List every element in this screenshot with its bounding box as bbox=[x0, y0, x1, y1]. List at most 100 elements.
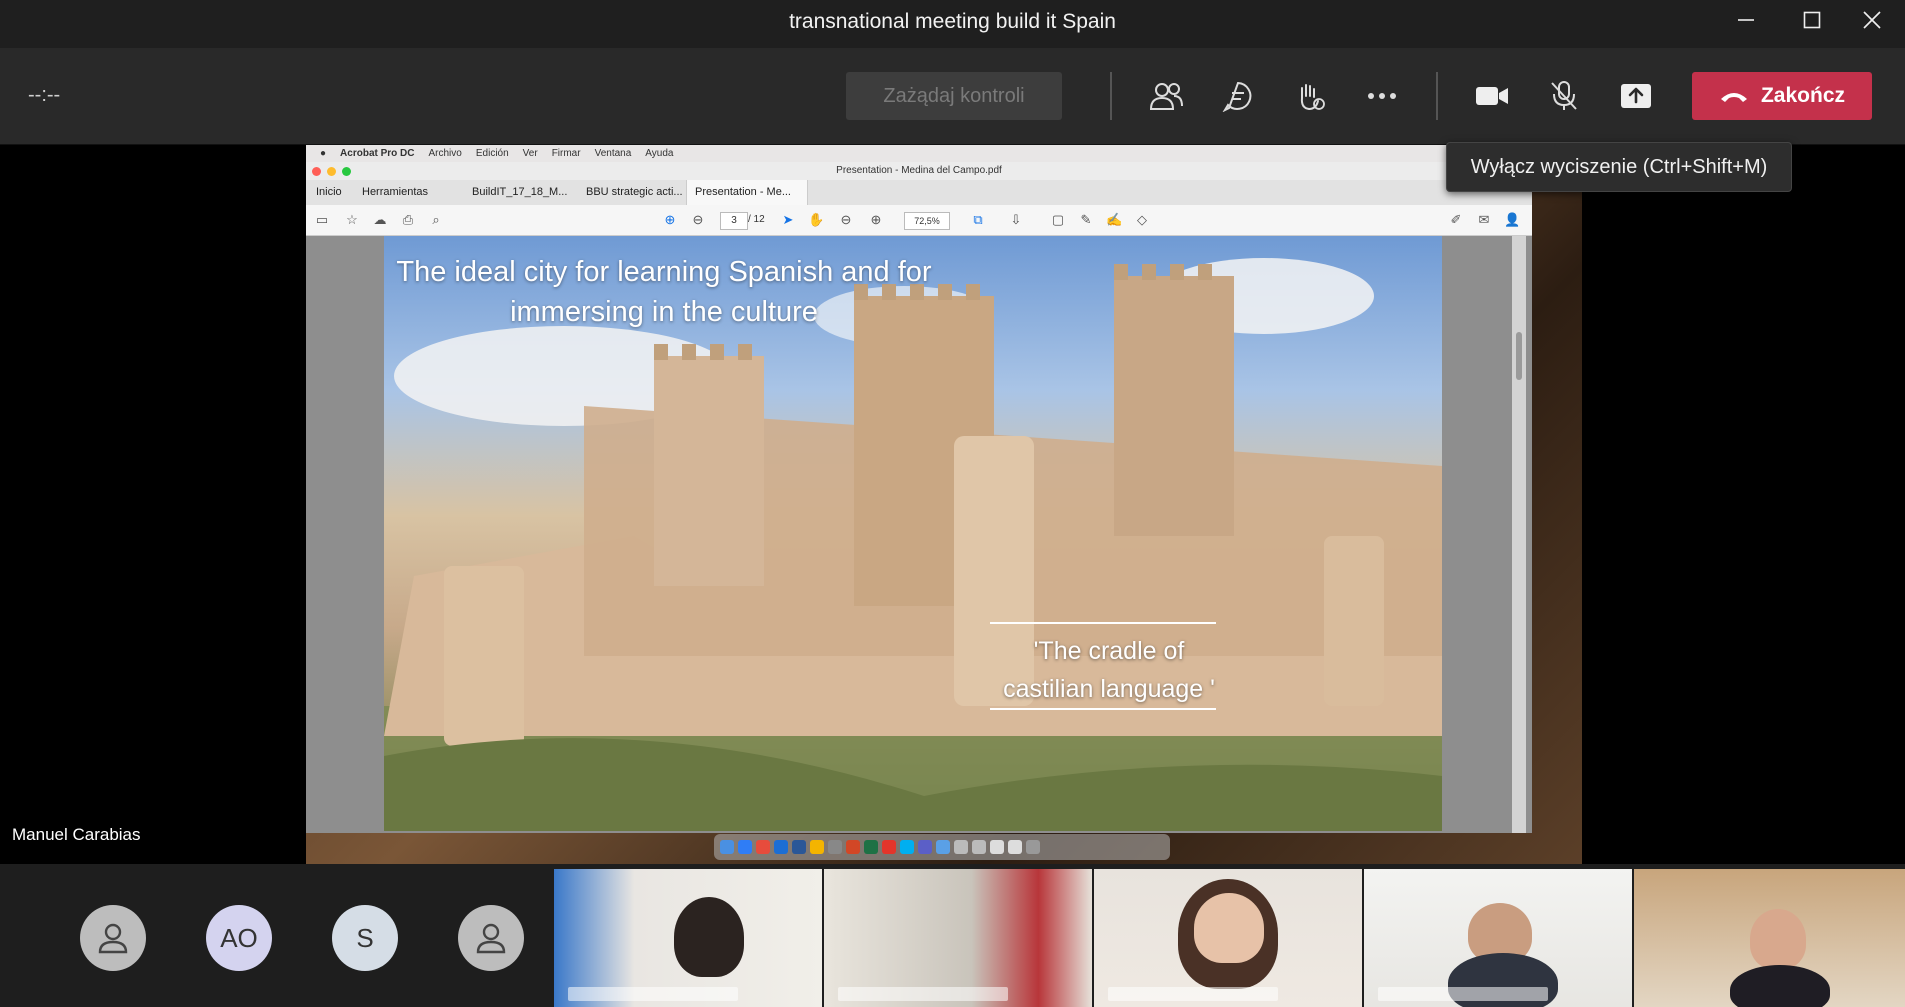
app-icon[interactable] bbox=[972, 840, 986, 854]
safari-icon[interactable] bbox=[738, 840, 752, 854]
video-tile[interactable] bbox=[824, 869, 1092, 1007]
skype-icon[interactable] bbox=[900, 840, 914, 854]
acrobat-icon[interactable] bbox=[882, 840, 896, 854]
raise-hand-button[interactable] bbox=[1286, 72, 1334, 120]
end-call-label: Zakończ bbox=[1760, 84, 1846, 107]
slide-quote-line-1: 'The cradle of bbox=[1033, 637, 1185, 665]
minimize-icon bbox=[1738, 19, 1754, 21]
maximize-icon bbox=[1803, 11, 1821, 29]
minimize-button[interactable] bbox=[1716, 0, 1776, 40]
participant-video bbox=[1730, 965, 1830, 1007]
participant-avatar[interactable] bbox=[458, 905, 524, 971]
video-tile[interactable] bbox=[1634, 869, 1905, 1007]
camera-button[interactable] bbox=[1468, 72, 1516, 120]
tab-herramientas[interactable]: Herramientas bbox=[354, 180, 436, 205]
add-user-icon[interactable]: 👤 bbox=[1504, 212, 1520, 228]
outlook-icon[interactable] bbox=[774, 840, 788, 854]
participant-avatar[interactable] bbox=[80, 905, 146, 971]
select-tool-icon[interactable]: ➤ bbox=[780, 212, 796, 228]
app-icon[interactable] bbox=[828, 840, 842, 854]
menu-ver[interactable]: Ver bbox=[523, 148, 538, 159]
unmute-tooltip: Wyłącz wyciszenie (Ctrl+Shift+M) bbox=[1446, 142, 1792, 192]
tab-inicio[interactable]: Inicio bbox=[308, 180, 350, 205]
trash-icon[interactable] bbox=[1026, 840, 1040, 854]
tab-presentation[interactable]: Presentation - Me... × bbox=[686, 180, 808, 223]
hand-tool-icon[interactable]: ✋ bbox=[808, 212, 824, 228]
sign-icon[interactable]: ✍ bbox=[1106, 212, 1122, 228]
window-thumbnail-icon[interactable] bbox=[990, 840, 1004, 854]
participant-face bbox=[1750, 909, 1806, 969]
more-options-button[interactable] bbox=[1358, 72, 1406, 120]
shared-screen-area: ● Acrobat Pro DC Archivo Edición Ver Fir… bbox=[0, 145, 1905, 864]
zoom-in-icon[interactable]: ⊕ bbox=[868, 212, 884, 228]
word-icon[interactable] bbox=[792, 840, 806, 854]
comment-icon[interactable]: ▢ bbox=[1050, 212, 1066, 228]
close-window-button[interactable] bbox=[1842, 0, 1902, 40]
chat-button[interactable] bbox=[1214, 72, 1262, 120]
menu-ayuda[interactable]: Ayuda bbox=[645, 148, 673, 159]
tab-bbu[interactable]: BBU strategic acti... bbox=[578, 180, 691, 205]
acrobat-toolbar: ▭ ☆ ☁ ⎙ ⌕ ⊕ ⊖ 3 / 12 ➤ ✋ ⊖ ⊕ 72,5% ⧉ ⇩ ▢… bbox=[306, 205, 1532, 236]
presenter-name: Manuel Carabias bbox=[12, 825, 141, 844]
meeting-title: transnational meeting build it Spain bbox=[789, 10, 1116, 33]
zoom-level[interactable]: 72,5% bbox=[904, 212, 950, 230]
participant-avatar[interactable]: AO bbox=[206, 905, 272, 971]
raise-hand-icon bbox=[1300, 84, 1325, 111]
avatar-initials: S bbox=[356, 922, 374, 953]
video-tile[interactable] bbox=[1094, 869, 1362, 1007]
search-icon[interactable]: ⌕ bbox=[428, 212, 444, 228]
highlight-pen-icon[interactable]: ✎ bbox=[1078, 212, 1094, 228]
fit-page-icon[interactable]: ⧉ bbox=[970, 212, 986, 228]
teams-icon[interactable] bbox=[918, 840, 932, 854]
calendar-icon[interactable] bbox=[756, 840, 770, 854]
next-page-icon[interactable]: ⊖ bbox=[690, 212, 706, 228]
unmute-button[interactable] bbox=[1540, 72, 1588, 120]
participant-video bbox=[674, 897, 744, 977]
slide-page: The ideal city for learning Spanish and … bbox=[384, 236, 1442, 831]
window-thumbnail-icon[interactable] bbox=[1008, 840, 1022, 854]
excel-icon[interactable] bbox=[864, 840, 878, 854]
menu-ventana[interactable]: Ventana bbox=[595, 148, 632, 159]
maximize-button[interactable] bbox=[1782, 0, 1842, 40]
scrollbar-thumb[interactable] bbox=[1516, 332, 1522, 380]
print-icon[interactable]: ⎙ bbox=[400, 212, 416, 228]
document-scrollbar[interactable] bbox=[1512, 236, 1526, 833]
quote-rule-top bbox=[990, 622, 1216, 624]
menu-archivo[interactable]: Archivo bbox=[429, 148, 462, 159]
mail-icon[interactable]: ✉ bbox=[1476, 212, 1492, 228]
scroll-mode-icon[interactable]: ⇩ bbox=[1008, 212, 1024, 228]
traffic-lights[interactable] bbox=[312, 167, 351, 176]
tag-icon[interactable]: ◇ bbox=[1134, 212, 1150, 228]
powerpoint-icon[interactable] bbox=[846, 840, 860, 854]
request-control-button[interactable]: Zażądaj kontroli bbox=[846, 72, 1062, 120]
upload-cloud-icon[interactable]: ☁ bbox=[372, 212, 388, 228]
close-icon bbox=[1863, 11, 1881, 29]
share-screen-button[interactable] bbox=[1612, 72, 1660, 120]
bookmark-star-icon[interactable]: ☆ bbox=[344, 212, 360, 228]
menu-app-name[interactable]: Acrobat Pro DC bbox=[340, 148, 414, 159]
close-dot-icon bbox=[312, 167, 321, 176]
previous-page-icon[interactable]: ⊕ bbox=[662, 212, 678, 228]
participants-button[interactable] bbox=[1142, 72, 1190, 120]
finder-icon[interactable] bbox=[720, 840, 734, 854]
window-title-bar: transnational meeting build it Spain bbox=[0, 0, 1905, 48]
tab-buildit[interactable]: BuildIT_17_18_M... bbox=[464, 180, 575, 205]
page-number-input[interactable]: 3 bbox=[720, 212, 748, 230]
video-tile[interactable] bbox=[1364, 869, 1632, 1007]
menu-edicion[interactable]: Edición bbox=[476, 148, 509, 159]
participant-strip: AO S bbox=[0, 864, 1905, 1007]
video-tile[interactable] bbox=[554, 869, 822, 1007]
save-icon[interactable]: ▭ bbox=[314, 212, 330, 228]
end-call-button[interactable]: Zakończ bbox=[1692, 72, 1872, 120]
zoom-out-icon[interactable]: ⊖ bbox=[838, 212, 854, 228]
participant-avatar[interactable]: S bbox=[332, 905, 398, 971]
slide-quote-line-2: castilian language ' bbox=[1003, 675, 1215, 703]
acrobat-tabs: Inicio Herramientas BuildIT_17_18_M... B… bbox=[306, 180, 1532, 223]
fill-sign-icon[interactable]: ✐ bbox=[1448, 212, 1464, 228]
folder-icon[interactable] bbox=[936, 840, 950, 854]
chrome-icon[interactable] bbox=[810, 840, 824, 854]
mac-menu-bar: ● Acrobat Pro DC Archivo Edición Ver Fir… bbox=[306, 145, 1532, 162]
app-icon[interactable] bbox=[954, 840, 968, 854]
more-icon bbox=[1368, 93, 1396, 99]
menu-firmar[interactable]: Firmar bbox=[552, 148, 581, 159]
